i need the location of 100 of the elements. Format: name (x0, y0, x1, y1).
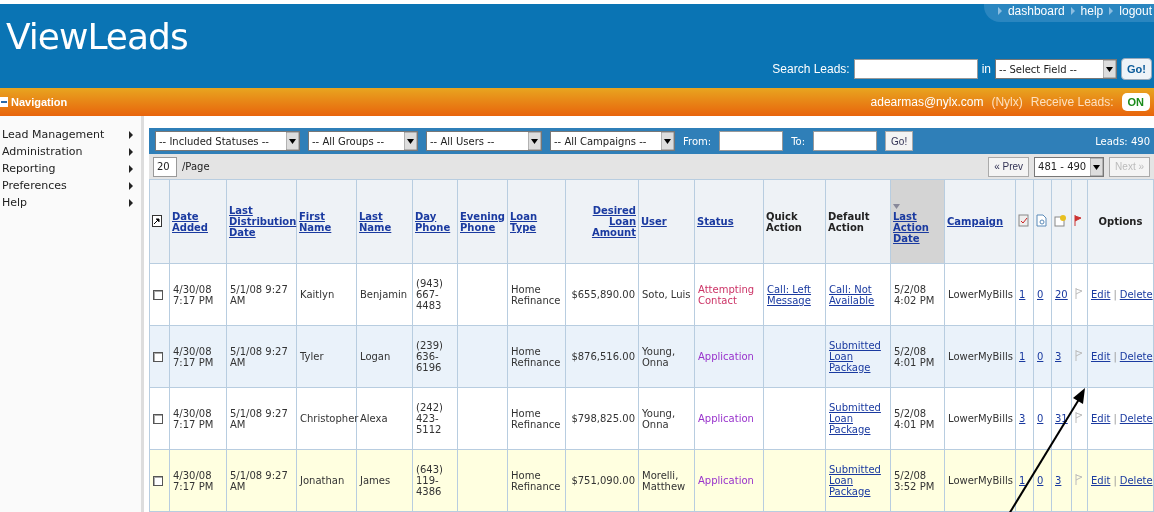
column-header-link[interactable]: Status (697, 216, 734, 227)
flag-icon (1075, 412, 1083, 423)
count-link[interactable]: 31 (1055, 413, 1068, 424)
dropdown-arrow-icon (404, 132, 417, 151)
search-field[interactable] (853, 59, 978, 79)
per-page-label: /Page (182, 161, 210, 173)
sidebar-item[interactable]: Lead Management (0, 126, 141, 143)
status-text: Application (698, 475, 754, 486)
table-cell: LowerMyBills (948, 351, 1013, 362)
delete-link[interactable]: Delete (1119, 413, 1153, 424)
table-cell: LowerMyBills (948, 413, 1013, 424)
count-link[interactable]: 3 (1055, 475, 1062, 486)
table-cell: Benjamin (360, 289, 408, 300)
top-link[interactable]: logout (1119, 4, 1152, 18)
sidebar-item[interactable]: Preferences (0, 177, 141, 194)
separator: | (1113, 413, 1117, 424)
count-link[interactable]: 1 (1019, 475, 1026, 486)
table-cell: $798,825.00 (571, 413, 635, 424)
sidebar-item[interactable]: Administration (0, 143, 141, 160)
edit-link[interactable]: Edit (1091, 289, 1111, 300)
count-link[interactable]: 1 (1019, 289, 1026, 300)
navigation-title: Navigation (11, 96, 68, 108)
prev-button[interactable]: « Prev (988, 156, 1030, 177)
table-cell: Logan (360, 351, 391, 362)
table-cell: (643) 119-4386 (416, 464, 443, 497)
table-cell: (943) 667-4483 (416, 278, 443, 311)
sort-icon (893, 203, 900, 209)
table-cell: $655,890.00 (571, 289, 635, 300)
table-cell: 4/30/08 7:17 PM (173, 407, 214, 430)
column-header: Options (1098, 216, 1143, 227)
row-checkbox[interactable] (153, 413, 163, 424)
table-cell: 5/1/08 9:27 AM (230, 407, 288, 430)
filter-select[interactable]: -- Included Statuses -- (155, 131, 300, 152)
per-page-field[interactable]: 20 (153, 156, 177, 177)
table-cell: 5/2/08 4:01 PM (894, 345, 935, 368)
flag-icon (1075, 474, 1083, 485)
delete-link[interactable]: Delete (1119, 475, 1153, 486)
table-cell: $751,090.00 (571, 475, 635, 486)
from-date-field[interactable] (719, 131, 784, 152)
top-link[interactable]: help (1080, 4, 1104, 18)
table-cell: 5/1/08 9:27 AM (230, 469, 288, 492)
table-cell: 4/30/08 7:17 PM (173, 469, 214, 492)
count-link[interactable]: 0 (1037, 475, 1044, 486)
dropdown-arrow-icon (528, 132, 541, 151)
row-checkbox[interactable] (153, 289, 163, 300)
count-link[interactable]: 1 (1019, 351, 1026, 362)
column-header-link[interactable]: User (641, 216, 667, 227)
dropdown-arrow-icon (286, 132, 299, 151)
table-cell: 5/1/08 9:27 AM (230, 283, 288, 306)
count-link[interactable]: 0 (1037, 351, 1044, 362)
count-link[interactable]: 3 (1019, 413, 1026, 424)
flag-icon (1075, 288, 1083, 299)
edit-link[interactable]: Edit (1091, 413, 1111, 424)
chevron-icon (1109, 7, 1114, 15)
collapse-icon[interactable] (0, 97, 8, 107)
table-cell: Home Refinance (511, 283, 561, 306)
note-icon (1054, 214, 1067, 227)
table-row[interactable] (149, 263, 1154, 326)
table-cell: LowerMyBills (948, 289, 1013, 300)
table-cell: 5/2/08 4:01 PM (894, 407, 935, 430)
column-header-link[interactable]: Campaign (947, 216, 1004, 227)
chevron-icon (1070, 7, 1075, 15)
table-cell: Young, Onna (642, 345, 676, 368)
field-select[interactable]: -- Select Field -- (995, 59, 1118, 79)
filter-select[interactable]: -- All Users -- (426, 131, 542, 152)
row-checkbox[interactable] (153, 475, 163, 486)
table-cell: Kaitlyn (300, 289, 335, 300)
filter-select[interactable]: -- All Groups -- (308, 131, 418, 152)
delete-link[interactable]: Delete (1119, 351, 1153, 362)
page-range-select[interactable]: 481 - 490 (1034, 156, 1105, 177)
go-button[interactable]: Go! (885, 131, 914, 152)
receive-leads-toggle[interactable]: ON (1121, 93, 1150, 111)
to-date-field[interactable] (813, 131, 878, 152)
count-link[interactable]: 0 (1037, 289, 1044, 300)
filter-select[interactable]: -- All Campaigns -- (550, 131, 675, 152)
edit-link[interactable]: Edit (1091, 351, 1111, 362)
select-all-icon[interactable] (152, 214, 162, 227)
separator: | (1113, 289, 1117, 300)
count-link[interactable]: 20 (1055, 289, 1068, 300)
table-cell: 5/1/08 9:27 AM (230, 345, 288, 368)
user-org: (Nylx) (991, 95, 1023, 109)
dropdown-arrow-icon (1103, 60, 1117, 78)
column-header: Quick Action (766, 210, 803, 233)
count-link[interactable]: 3 (1055, 351, 1062, 362)
sidebar-item[interactable]: Reporting (0, 160, 141, 177)
table-cell: Jonathan (300, 475, 345, 486)
table-cell: Home Refinance (511, 345, 561, 368)
table-cell: Alexa (360, 413, 388, 424)
delete-link[interactable]: Delete (1119, 289, 1153, 300)
row-checkbox[interactable] (153, 351, 163, 362)
status-text: Attempting Contact (698, 283, 755, 306)
search-label: Search Leads: (772, 62, 850, 76)
top-link[interactable]: dashboard (1007, 4, 1065, 18)
table-cell: $876,516.00 (571, 351, 635, 362)
sidebar-item[interactable]: Help (0, 194, 141, 211)
to-label: To: (791, 135, 806, 147)
edit-link[interactable]: Edit (1091, 475, 1111, 486)
count-link[interactable]: 0 (1037, 413, 1044, 424)
status-text: Application (698, 413, 754, 424)
go-button[interactable]: Go! (1121, 58, 1152, 80)
